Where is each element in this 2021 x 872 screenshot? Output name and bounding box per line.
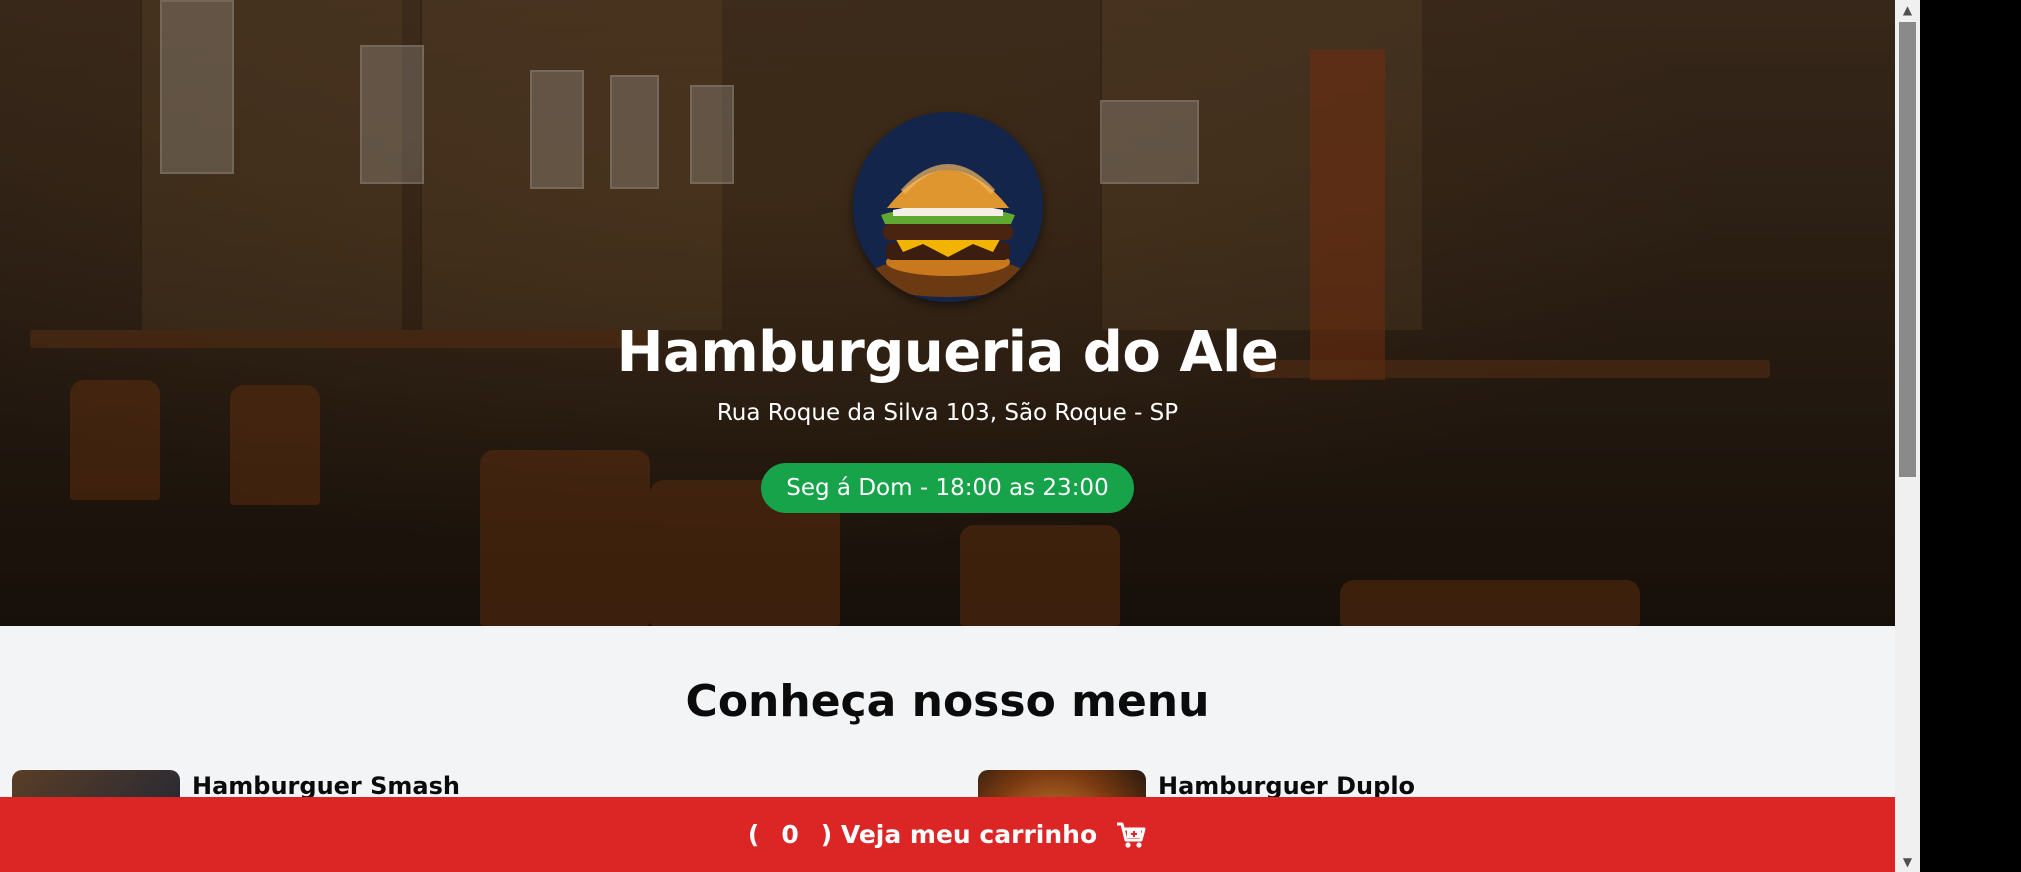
screen-edge: [1920, 0, 2021, 872]
hero-overlay: [0, 0, 1895, 626]
menu-heading: Conheça nosso menu: [685, 676, 1210, 727]
cart-icon: [1117, 822, 1146, 848]
scroll-up-arrow-icon[interactable]: ▲: [1895, 0, 1920, 20]
scrollbar-thumb[interactable]: [1899, 22, 1916, 477]
hero-banner: Hamburgueria do Ale Rua Roque da Silva 1…: [0, 0, 1895, 626]
vertical-scrollbar[interactable]: ▲ ▼: [1895, 0, 1920, 872]
opening-hours-badge: Seg á Dom - 18:00 as 23:00: [761, 463, 1134, 513]
cart-open-paren: (: [747, 820, 760, 849]
restaurant-address: Rua Roque da Silva 103, São Roque - SP: [716, 400, 1179, 426]
menu-item-name: Hamburguer Duplo: [1158, 772, 1416, 800]
cart-count: 0: [781, 820, 799, 849]
restaurant-name: Hamburgueria do Ale: [616, 320, 1279, 385]
page: Hamburgueria do Ale Rua Roque da Silva 1…: [0, 0, 1895, 872]
menu-item-name: Hamburguer Smash: [192, 772, 460, 800]
cart-label: ) Veja meu carrinho: [820, 820, 1098, 849]
view-cart-button[interactable]: ( 0 ) Veja meu carrinho: [0, 797, 1895, 872]
scroll-down-arrow-icon[interactable]: ▼: [1895, 852, 1920, 872]
burger-logo-icon: [853, 112, 1043, 302]
